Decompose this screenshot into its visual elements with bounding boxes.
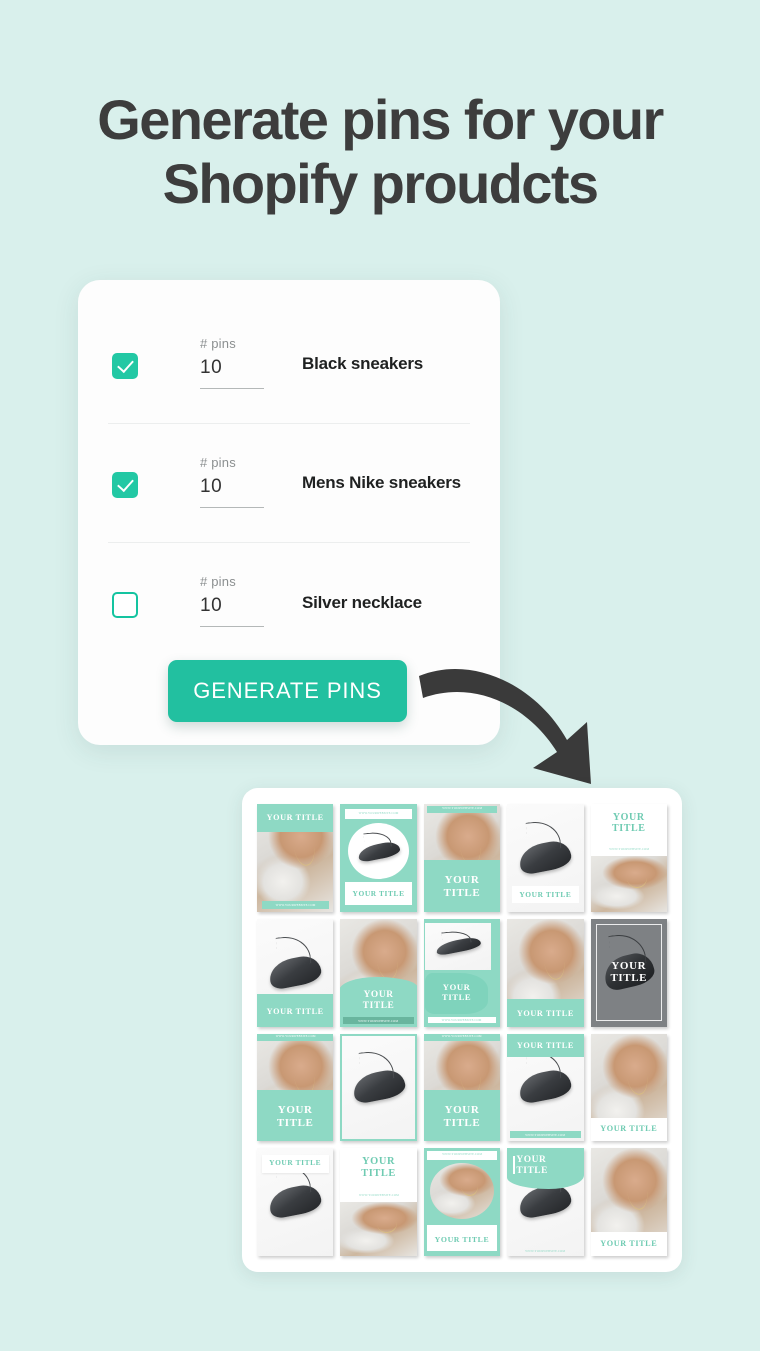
product-checkbox-mens-nike-sneakers[interactable] — [112, 472, 138, 498]
pin-card[interactable]: YOUR TITLE — [257, 918, 334, 1027]
pin-card[interactable]: WWW.YOURWEBSITE.COM YOUR TITLE — [423, 1148, 501, 1256]
pin-card[interactable]: YOUR TITLE WWW.YOURWEBSITE.COM — [507, 1148, 584, 1256]
pin-title: YOUR TITLE — [519, 889, 572, 899]
pin-url: WWW.YOURWEBSITE.COM — [525, 1249, 566, 1253]
pin-card[interactable]: WWW.YOURWEBSITE.COM YOUR TITLE — [257, 1033, 334, 1142]
pins-field[interactable]: # pins 10 — [200, 455, 264, 508]
product-list: # pins 10 Black sneakers # pins 10 Mens … — [108, 305, 470, 662]
pin-title: YOUR TITLE — [516, 1008, 574, 1018]
pin-url: WWW.YOURWEBSITE.COM — [442, 1153, 482, 1157]
pin-title: YOUR TITLE — [516, 1154, 549, 1176]
pin-photo-necklace — [590, 855, 667, 912]
pin-title: YOUR TITLE — [361, 1155, 396, 1179]
generated-pins-panel: YOUR TITLE WWW.YOURWEBSITE.COM WWW.YOURW… — [242, 788, 682, 1272]
pin-title: YOUR TITLE — [434, 1235, 490, 1245]
product-checkbox-black-sneakers[interactable] — [112, 353, 138, 379]
pin-card[interactable]: WWW.YOURWEBSITE.COM YOUR TITLE — [423, 1033, 501, 1142]
pin-card[interactable]: YOUR TITLE WWW.YOURWEBSITE.COM — [340, 1148, 417, 1256]
pin-card[interactable]: YOUR TITLE WWW.YOURWEBSITE.COM — [340, 918, 417, 1027]
pin-title: YOUR TITLE — [362, 989, 395, 1011]
pin-url: WWW.YOURWEBSITE.COM — [358, 811, 399, 816]
pin-card[interactable]: YOUR TITLE — [507, 918, 584, 1027]
product-name: Mens Nike sneakers — [302, 473, 461, 492]
pins-label: # pins — [200, 454, 236, 470]
pin-title: YOUR TITLE — [600, 1238, 658, 1248]
pin-card[interactable]: YOUR TITLE WWW.YOURWEBSITE.COM — [257, 804, 334, 912]
curved-arrow-icon — [419, 668, 591, 784]
pin-title: YOUR TITLE — [443, 874, 481, 900]
product-name: Black sneakers — [302, 354, 424, 373]
pin-card[interactable]: WWW.YOURWEBSITE.COM YOUR TITLE — [340, 804, 417, 912]
pin-url: WWW.YOURWEBSITE.COM — [358, 1019, 399, 1023]
product-row[interactable]: # pins 10 Mens Nike sneakers — [108, 424, 470, 543]
pin-url: WWW.YOURWEBSITE.COM — [358, 1193, 399, 1197]
pin-card[interactable] — [340, 1033, 417, 1142]
pins-input[interactable]: 10 — [200, 595, 264, 627]
pin-title: YOUR TITLE — [266, 1007, 324, 1017]
pin-card[interactable]: WWW.YOURWEBSITE.COM YOUR TITLE — [423, 804, 501, 912]
pins-field[interactable]: # pins 10 — [200, 336, 264, 389]
pin-photo-sneaker — [348, 823, 409, 879]
pin-title: YOUR TITLE — [266, 812, 324, 822]
pin-card[interactable]: YOUR TITLE WWW.YOURWEBSITE.COM — [507, 1033, 584, 1142]
pin-title: YOUR TITLE — [269, 1158, 322, 1168]
product-row[interactable]: # pins 10 Silver necklace — [108, 543, 470, 662]
pin-url: WWW.YOURWEBSITE.COM — [525, 1133, 566, 1138]
pin-card[interactable]: YOUR TITLE WWW.YOURWEBSITE.COM — [590, 804, 667, 912]
pin-card[interactable]: YOUR TITLE — [590, 918, 667, 1027]
pin-url: WWW.YOURWEBSITE.COM — [608, 847, 649, 852]
pin-title: YOUR TITLE — [610, 959, 648, 985]
pin-title: YOUR TITLE — [611, 811, 646, 835]
pin-title: YOUR TITLE — [516, 1040, 574, 1050]
pin-url: WWW.YOURWEBSITE.COM — [442, 1034, 482, 1039]
pin-url: WWW.YOURWEBSITE.COM — [275, 1034, 316, 1039]
page-title: Generate pins for your Shopify proudcts — [97, 88, 664, 215]
pins-input[interactable]: 10 — [200, 357, 264, 389]
pin-photo-sneaker — [425, 923, 491, 971]
pin-card[interactable]: YOUR TITLE — [590, 1148, 667, 1256]
pin-mint-border — [340, 1033, 417, 1142]
pin-title: YOUR TITLE — [441, 982, 472, 1003]
product-checkbox-silver-necklace[interactable] — [112, 591, 138, 618]
pin-url: WWW.YOURWEBSITE.COM — [275, 903, 316, 908]
pin-card[interactable]: YOUR TITLE — [257, 1148, 334, 1256]
pin-card[interactable]: YOUR TITLE WWW.YOURWEBSITE.COM — [423, 918, 501, 1027]
pins-label: # pins — [200, 574, 236, 589]
pins-input[interactable]: 10 — [200, 476, 264, 508]
generate-pins-button[interactable]: GENERATE PINS — [168, 660, 407, 722]
pin-title: YOUR TITLE — [600, 1124, 658, 1134]
pin-circle-photo — [429, 1163, 495, 1220]
pin-title: YOUR TITLE — [352, 889, 405, 899]
pin-url: WWW.YOURWEBSITE.COM — [442, 807, 482, 811]
pins-label: # pins — [200, 335, 236, 351]
pin-card[interactable]: YOUR TITLE — [507, 804, 584, 912]
pin-card[interactable]: YOUR TITLE — [590, 1033, 667, 1142]
pins-field[interactable]: # pins 10 — [200, 574, 264, 627]
pin-title: YOUR TITLE — [443, 1103, 481, 1129]
pin-grid: YOUR TITLE WWW.YOURWEBSITE.COM WWW.YOURW… — [257, 804, 667, 1256]
pin-title: YOUR TITLE — [276, 1103, 314, 1129]
product-row[interactable]: # pins 10 Black sneakers — [108, 305, 470, 424]
pin-title-accent-bar — [513, 1155, 515, 1175]
pin-url: WWW.YOURWEBSITE.COM — [442, 1019, 482, 1023]
product-name: Silver necklace — [302, 592, 422, 612]
pin-photo-necklace — [340, 1202, 417, 1256]
